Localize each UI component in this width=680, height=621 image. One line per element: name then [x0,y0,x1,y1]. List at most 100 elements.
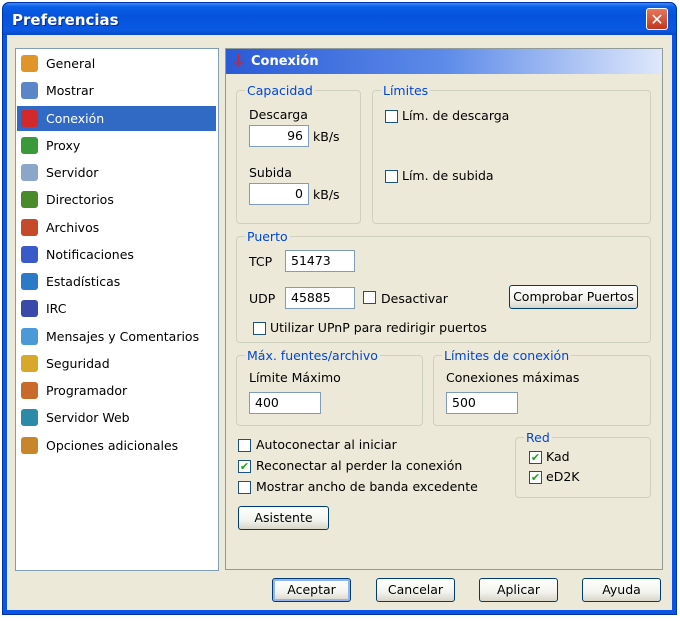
tcp-port-input[interactable]: 51473 [285,250,355,272]
max-sources-group: Máx. fuentes/archivo Límite Máximo 400 [236,348,423,426]
sidebar-item-label: IRC [46,301,67,317]
network-group: Red ✔ Kad ✔ eD2K [515,430,651,498]
sidebar-item-label: Notificaciones [46,246,134,262]
stats-icon [21,273,38,290]
download-limit-checkbox[interactable] [385,110,398,123]
files-icon [21,218,38,236]
upnp-checkbox[interactable] [253,322,266,335]
sidebar-item-label: Programador [46,383,128,398]
sidebar-item[interactable]: Mostrar [17,78,216,103]
wizard-button[interactable]: Asistente [238,506,329,530]
reconnect-checkbox[interactable]: ✔ [238,460,251,473]
kad-label: Kad [546,449,570,464]
sidebar-item[interactable]: Proxy [17,133,216,158]
disable-udp-checkbox[interactable] [363,291,376,304]
calendar-icon [21,382,38,399]
message-icon [21,327,38,345]
sidebar-item[interactable]: General [17,51,216,76]
upload-unit: kB/s [313,187,340,202]
folder-icon [21,191,38,209]
check-ports-button[interactable]: Comprobar Puertos [509,285,638,309]
max-limit-label: Límite Máximo [249,370,341,385]
sidebar-item[interactable]: Estadísticas [17,269,216,294]
port-legend: Puerto [245,229,290,244]
sidebar-item[interactable]: Opciones adicionales [17,433,216,458]
show-overhead-checkbox[interactable] [238,481,251,494]
sidebar-item-label: Opciones adicionales [46,437,179,453]
panel-header: ⏚ Conexión [226,49,662,74]
sidebar-item-label: General [46,56,96,71]
title-bar[interactable]: Preferencias ✕ [3,3,676,35]
sidebar-item[interactable]: Servidor [17,160,216,185]
autoconnect-label: Autoconectar al iniciar [256,437,397,452]
cancel-button[interactable]: Cancelar [376,578,455,602]
upnp-label: Utilizar UPnP para redirigir puertos [270,320,487,335]
download-unit: kB/s [313,129,340,144]
disable-udp-label: Desactivar [381,291,448,306]
ok-button[interactable]: Aceptar [272,578,351,602]
max-connections-input[interactable]: 500 [446,392,518,414]
sidebar-item-label: Directorios [46,192,114,208]
sidebar-item[interactable]: Directorios [17,187,216,212]
reconnect-label: Reconectar al perder la conexión [256,458,463,473]
capacity-group: Capacidad Descarga 96 kB/s Subida 0 kB/s [236,83,361,224]
sidebar-item[interactable]: Archivos [17,215,216,240]
sidebar-item-label: Mostrar [46,83,94,99]
irc-icon [21,300,38,318]
capacity-legend: Capacidad [245,83,315,98]
show-overhead-label: Mostrar ancho de banda excedente [256,479,478,494]
apply-button[interactable]: Aplicar [479,578,558,602]
window-title: Preferencias [12,11,119,29]
close-button[interactable]: ✕ [646,8,668,30]
preferences-window: Preferencias ✕ General Mostrar Conexión Pro… [2,2,677,615]
download-label: Descarga [249,107,308,122]
close-icon: ✕ [650,10,664,29]
udp-label: UDP [249,291,276,306]
max-connections-label: Conexiones máximas [446,370,580,385]
sidebar-item-label: Conexión [46,110,105,126]
sidebar-item[interactable]: Programador [17,378,216,403]
sidebar-item[interactable]: Seguridad [17,351,216,376]
sidebar-item-label: Servidor Web [46,410,130,426]
tcp-label: TCP [249,254,273,269]
max-sources-input[interactable]: 400 [249,392,321,414]
help-button[interactable]: Ayuda [582,578,661,602]
window-client: General Mostrar Conexión Proxy Servidor Direc… [7,35,672,610]
network-legend: Red [524,430,552,445]
kad-checkbox[interactable]: ✔ [529,451,542,464]
lock-icon [21,354,38,372]
sidebar-item-label: Seguridad [46,355,110,371]
plug-icon: ⏚ [231,52,247,70]
limits-legend: Límites [381,83,431,98]
plug-icon [21,109,38,127]
sidebar-item-label: Estadísticas [46,274,121,289]
ed2k-checkbox[interactable]: ✔ [529,471,542,484]
upload-limit-label: Lím. de subida [402,168,494,183]
sidebar-item-label: Servidor [46,165,99,180]
sidebar-item[interactable]: Notificaciones [17,242,216,267]
sidebar-item[interactable]: IRC [17,296,216,321]
connection-limits-legend: Límites de conexión [442,348,572,363]
upload-label: Subida [249,165,292,180]
udp-port-input[interactable]: 45885 [285,287,355,309]
sidebar-item[interactable]: Mensajes y Comentarios [17,324,216,349]
ed2k-label: eD2K [546,469,580,484]
max-sources-legend: Máx. fuentes/archivo [245,348,380,363]
notification-icon [21,245,38,263]
port-group: Puerto TCP 51473 UDP 45885 Desactivar Co… [236,229,651,343]
download-limit-label: Lím. de descarga [402,108,510,123]
panel-title: Conexión [251,54,319,69]
connection-limits-group: Límites de conexión Conexiones máximas 5… [433,348,651,426]
download-capacity-input[interactable]: 96 [249,125,309,147]
autoconnect-checkbox[interactable] [238,439,251,452]
sidebar-nav: General Mostrar Conexión Proxy Servidor Direc… [15,48,219,571]
sidebar-item[interactable]: Servidor Web [17,405,216,430]
sidebar-item-label: Archivos [46,219,100,235]
proxy-icon [21,136,38,154]
server-icon [21,164,38,181]
upload-limit-checkbox[interactable] [385,170,398,183]
upload-capacity-input[interactable]: 0 [249,183,309,205]
limits-group: Límites Lím. de descarga Lím. de subida [372,83,651,224]
connection-panel: ⏚ Conexión Capacidad Descarga 96 kB/s Su… [225,48,663,570]
sidebar-item[interactable]: Conexión [17,105,216,131]
